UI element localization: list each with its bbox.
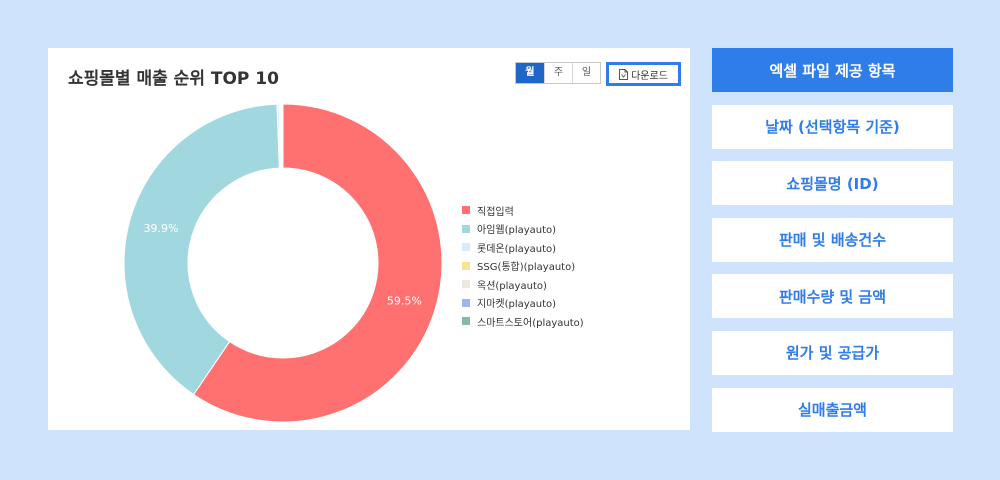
legend-swatch	[462, 317, 470, 326]
legend-item[interactable]: 스마트스토어(playauto)	[462, 312, 584, 331]
legend-label: 롯데온(playauto)	[477, 243, 557, 255]
legend-item[interactable]: 직접입력	[462, 201, 584, 220]
slice-label-1: 39.9%	[143, 222, 178, 235]
legend-swatch	[462, 224, 470, 233]
legend-item[interactable]: 롯데온(playauto)	[462, 238, 584, 257]
side-button-quantity-amount[interactable]: 판매수량 및 금액	[712, 274, 953, 319]
side-button-cost-supply[interactable]: 원가 및 공급가	[712, 330, 953, 375]
legend-swatch	[462, 206, 470, 215]
chart-card: 쇼핑몰별 매출 순위 TOP 10 월 주 일 다운로드 59.5% 39.9% …	[48, 48, 690, 430]
legend-label: 아임웹(playauto)	[477, 225, 557, 237]
legend-label: 스마트스토어(playauto)	[477, 317, 584, 329]
side-button-excel-items[interactable]: 엑셀 파일 제공 항목	[712, 48, 953, 92]
slice-label-0: 59.5%	[387, 294, 422, 307]
side-menu: 엑셀 파일 제공 항목 날짜 (선택항목 기준) 쇼핑몰명 (ID) 판매 및 …	[712, 48, 953, 444]
donut-slice-1[interactable]	[123, 103, 280, 396]
legend-label: 직접입력	[477, 206, 514, 218]
side-button-net-sales[interactable]: 실매출금액	[712, 387, 953, 432]
legend-item[interactable]: 옥션(playauto)	[462, 275, 584, 294]
chart-legend: 직접입력아임웹(playauto) 롯데온(playauto) SSG(통합)(pl…	[462, 201, 584, 331]
legend-item[interactable]: 지마켓(playauto)	[462, 294, 584, 313]
side-button-sales-shipping[interactable]: 판매 및 배송건수	[712, 217, 953, 262]
donut-chart: 59.5% 39.9%	[123, 103, 443, 423]
legend-item[interactable]: 아임웹(playauto)	[462, 220, 584, 239]
donut-slice-6[interactable]	[281, 103, 284, 169]
legend-label: 옥션(playauto)	[477, 280, 547, 292]
legend-label: SSG(통합)(playauto)	[477, 262, 576, 274]
side-button-date[interactable]: 날짜 (선택항목 기준)	[712, 104, 953, 149]
legend-label: 지마켓(playauto)	[477, 299, 557, 311]
legend-swatch	[462, 280, 470, 289]
legend-item[interactable]: SSG(통합)(playauto)	[462, 257, 584, 276]
side-button-mall-name[interactable]: 쇼핑몰명 (ID)	[712, 161, 953, 206]
legend-swatch	[462, 298, 470, 307]
legend-swatch	[462, 261, 470, 270]
legend-swatch	[462, 243, 470, 252]
